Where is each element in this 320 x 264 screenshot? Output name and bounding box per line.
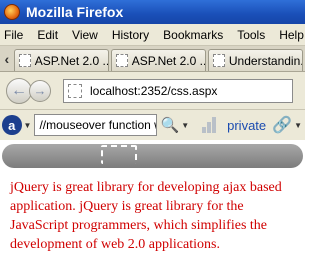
chain-icon[interactable]: 🔗 [272,115,292,135]
tab-scroll-left-icon[interactable]: ‹ [0,47,14,71]
content-paragraph: jQuery is great library for developing a… [10,180,282,252]
slider-handle[interactable] [101,145,137,164]
menu-help[interactable]: Help [279,28,304,42]
slider-band [0,140,305,168]
tab-label: ASP.Net 2.0 ... [131,53,206,68]
forward-button[interactable]: → [29,79,51,102]
menu-bookmarks[interactable]: Bookmarks [163,28,223,42]
chevron-down-icon[interactable]: ▼ [181,121,189,130]
tab-strip: ‹ ASP.Net 2.0 ... ASP.Net 2.0 ... Unders… [0,46,305,72]
search-icon[interactable]: 🔍 [161,116,180,134]
search-input[interactable]: //mouseover function wi [34,114,157,136]
menu-bar: File Edit View History Bookmarks Tools H… [0,24,305,46]
search-toolbar: a ▼ //mouseover function wi 🔍 ▼ private … [0,110,305,140]
page-icon [115,54,128,67]
menu-file[interactable]: File [4,28,23,42]
url-text: localhost:2352/css.aspx [90,83,218,98]
firefox-icon [4,4,20,20]
chevron-down-icon[interactable]: ▼ [294,121,302,130]
address-bar[interactable]: localhost:2352/css.aspx [63,78,293,103]
menu-tools[interactable]: Tools [237,28,265,42]
stats-bars-icon[interactable] [202,117,217,133]
tab-1[interactable]: ASP.Net 2.0 ... [13,49,109,71]
page-icon [212,54,225,67]
slider-track[interactable] [2,144,303,168]
tab-label: ASP.Net 2.0 ... [34,53,109,68]
ask-engine-icon[interactable]: a [2,115,22,135]
private-link[interactable]: private [227,118,266,133]
page-icon [18,54,31,67]
tab-2[interactable]: ASP.Net 2.0 ... [110,49,206,71]
menu-view[interactable]: View [72,28,98,42]
menu-edit[interactable]: Edit [37,28,58,42]
chevron-down-icon[interactable]: ▼ [24,121,32,130]
window-title: Mozilla Firefox [26,4,124,20]
site-icon [68,83,82,98]
window-titlebar: Mozilla Firefox [0,0,305,24]
tab-3[interactable]: Understandin... [207,49,303,71]
tab-label: Understandin... [228,53,303,68]
menu-history[interactable]: History [112,28,149,42]
navigation-bar: ← → localhost:2352/css.aspx [0,72,305,110]
